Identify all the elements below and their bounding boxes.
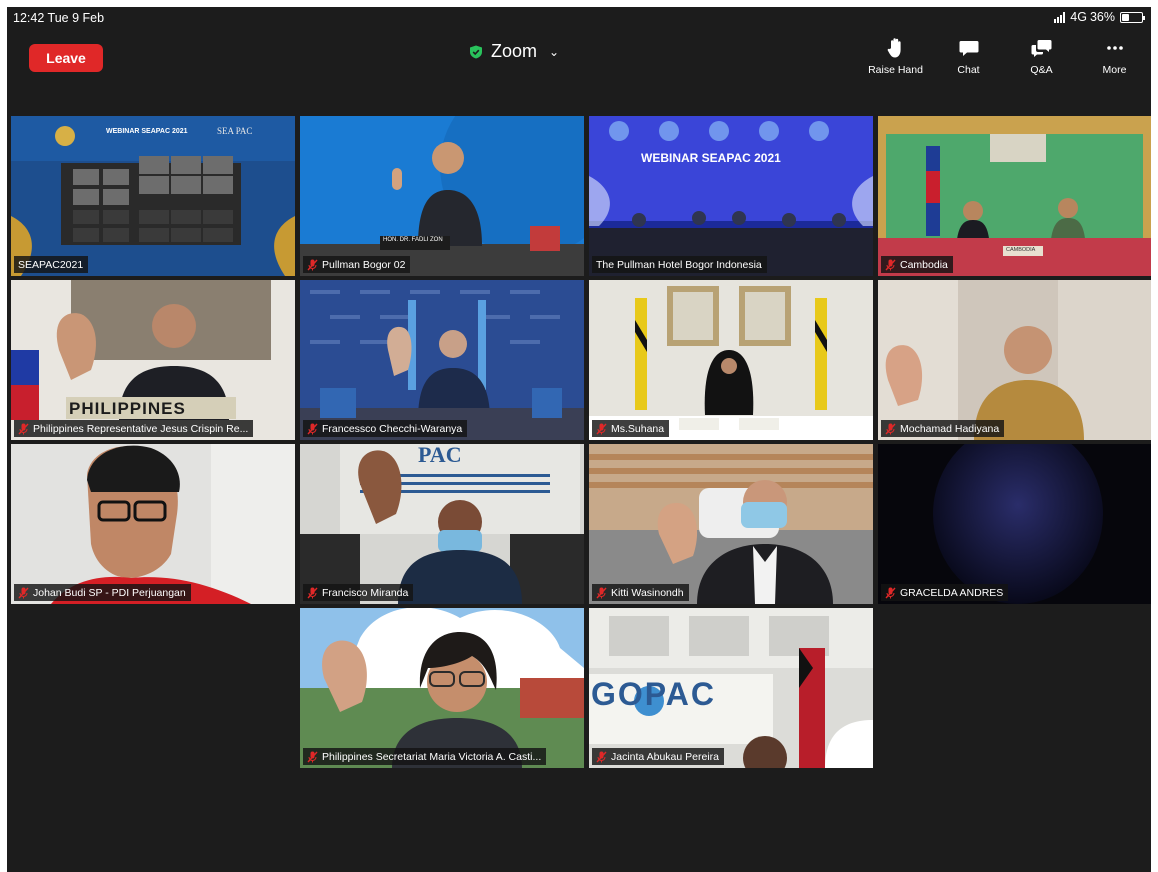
muted-mic-icon — [307, 423, 318, 434]
muted-mic-icon — [307, 587, 318, 598]
video-feed — [589, 280, 873, 440]
video-tile-kitti-wasinondh[interactable]: Kitti Wasinondh — [589, 444, 873, 604]
participant-name-label: Cambodia — [881, 256, 953, 273]
muted-mic-icon — [18, 423, 29, 434]
participant-name-label: Ms.Suhana — [592, 420, 670, 437]
nameplate: HON. DR. FADLI ZON — [383, 237, 443, 243]
status-bar: 12:42 Tue 9 Feb 4G 36% — [7, 7, 1151, 29]
participant-name-label: Francessco Checchi-Waranya — [303, 420, 468, 437]
video-tile-gracelda-andres[interactable]: GRACELDA ANDRES — [878, 444, 1151, 604]
nameplate: PHILIPPINES — [69, 399, 186, 418]
meeting-title-button[interactable]: Zoom ⌄ — [469, 41, 559, 62]
participant-name-label: The Pullman Hotel Bogor Indonesia — [592, 256, 767, 273]
raise-hand-button[interactable]: Raise Hand — [859, 37, 932, 76]
video-feed — [878, 280, 1151, 440]
battery-percent: 36% — [1089, 10, 1115, 24]
video-tile-jacinta-abukau-pereira[interactable]: GOPAC Jacinta Abukau Pereira — [589, 608, 873, 768]
video-tile-pullman-bogor-02[interactable]: HON. DR. FADLI ZON Pullman Bogor 02 — [300, 116, 584, 276]
video-tile-pullman-hotel-bogor[interactable]: WEBINAR SEAPAC 2021 The Pullman Hotel Bo… — [589, 116, 873, 276]
muted-mic-icon — [18, 587, 29, 598]
participant-name-label: GRACELDA ANDRES — [881, 584, 1009, 601]
muted-mic-icon — [307, 751, 318, 762]
leave-button[interactable]: Leave — [29, 44, 103, 72]
muted-mic-icon — [596, 751, 607, 762]
muted-mic-icon — [885, 587, 896, 598]
video-tile-francessco-checchi-waranya[interactable]: Francessco Checchi-Waranya — [300, 280, 584, 440]
video-tile-cambodia[interactable]: CAMBODIA Cambodia — [878, 116, 1151, 276]
network-type: 4G — [1070, 10, 1087, 24]
muted-mic-icon — [307, 259, 318, 270]
zoom-meeting-screen: 12:42 Tue 9 Feb 4G 36% Leave Zoom ⌄ Rais… — [7, 7, 1151, 872]
shield-check-icon — [470, 45, 482, 58]
video-feed — [878, 444, 1151, 604]
muted-mic-icon — [596, 587, 607, 598]
chevron-down-icon: ⌄ — [549, 44, 560, 59]
video-feed — [11, 444, 295, 604]
video-tile-seapac2021[interactable]: WEBINAR SEAPAC 2021 SEA PAC SEAPAC2021 — [11, 116, 295, 276]
video-tile-ms-suhana[interactable]: Ms.Suhana — [589, 280, 873, 440]
status-indicators: 4G 36% — [1054, 10, 1145, 24]
participant-name-label: Jacinta Abukau Pereira — [592, 748, 724, 765]
video-tile-mochamad-hadiyana[interactable]: Mochamad Hadiyana — [878, 280, 1151, 440]
more-button[interactable]: More — [1078, 37, 1151, 76]
banner-title: WEBINAR SEAPAC 2021 — [641, 151, 781, 165]
chat-icon — [959, 41, 978, 56]
more-icon — [1106, 46, 1123, 50]
status-time: 12:42 Tue 9 Feb — [13, 11, 105, 25]
video-feed — [300, 116, 584, 276]
participant-name-label: Pullman Bogor 02 — [303, 256, 411, 273]
video-feed — [300, 280, 584, 440]
muted-mic-icon — [885, 423, 896, 434]
webinar-banner-image — [11, 116, 295, 276]
muted-mic-icon — [885, 259, 896, 270]
backdrop-text: PAC — [418, 444, 462, 467]
qa-button[interactable]: Q&A — [1005, 37, 1078, 76]
video-tile-philippines-secretariat[interactable]: Philippines Secretariat Maria Victoria A… — [300, 608, 584, 768]
participant-name-label: SEAPAC2021 — [14, 256, 89, 273]
video-feed — [300, 608, 584, 768]
participant-name-label: Philippines Representative Jesus Crispin… — [14, 420, 254, 437]
toolbar-actions: Raise Hand Chat Q&A More — [859, 37, 1151, 76]
video-feed — [300, 444, 584, 604]
participant-name-label: Philippines Secretariat Maria Victoria A… — [303, 748, 547, 765]
video-tile-johan-budi[interactable]: Johan Budi SP - PDI Perjuangan — [11, 444, 295, 604]
raise-hand-icon — [887, 38, 901, 58]
participant-name-label: Kitti Wasinondh — [592, 584, 689, 601]
nameplate: CAMBODIA — [1006, 247, 1036, 253]
participant-name-label: Francisco Miranda — [303, 584, 414, 601]
video-feed — [589, 116, 873, 276]
chat-button[interactable]: Chat — [932, 37, 1005, 76]
app-title: Zoom — [491, 41, 538, 61]
video-tile-philippines-representative[interactable]: PHILIPPINES Philippines Representative J… — [11, 280, 295, 440]
qa-icon — [1031, 40, 1051, 57]
video-tile-francisco-miranda[interactable]: PAC Francisco Miranda — [300, 444, 584, 604]
video-feed — [589, 444, 873, 604]
banner-title: WEBINAR SEAPAC 2021 — [106, 128, 188, 135]
banner-logo: SEA PAC — [217, 126, 253, 136]
backdrop-text: GOPAC — [591, 676, 716, 712]
participant-name-label: Johan Budi SP - PDI Perjuangan — [14, 584, 191, 601]
participant-name-label: Mochamad Hadiyana — [881, 420, 1005, 437]
battery-icon — [1120, 11, 1145, 23]
muted-mic-icon — [596, 423, 607, 434]
signal-icon — [1054, 11, 1066, 23]
